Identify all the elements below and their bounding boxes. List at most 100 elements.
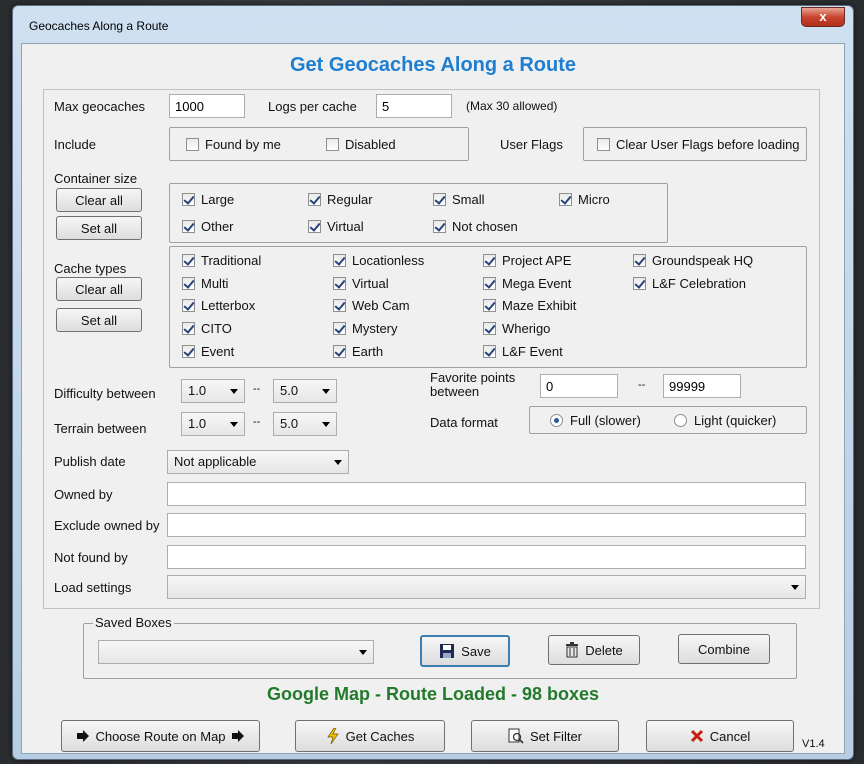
cache-type-label: Groundspeak HQ [652,253,754,268]
terrain-label: Terrain between [54,421,147,436]
document-search-icon [508,728,524,744]
container-large-label: Large [201,192,235,207]
cache-type-checkbox[interactable]: L&F Celebration [633,276,746,291]
close-button[interactable]: x [801,7,845,27]
data-format-group: Full (slower) Light (quicker) [529,406,807,434]
delete-button[interactable]: Delete [548,635,640,665]
container-regular-label: Regular [327,192,373,207]
difficulty-from-select[interactable]: 1.0 [181,379,245,403]
cache-type-checkbox[interactable]: Multi [182,276,228,291]
container-clear-all-button[interactable]: Clear all [56,188,142,212]
container-small-label: Small [452,192,485,207]
cache-type-checkbox[interactable]: Wherigo [483,321,550,336]
lightning-icon [327,728,339,744]
cache-type-checkbox[interactable]: L&F Event [483,344,563,359]
set-filter-button[interactable]: Set Filter [471,720,619,752]
cancel-label: Cancel [709,728,751,744]
checkbox-box [182,345,195,358]
user-flags-group: Clear User Flags before loading [583,127,807,161]
dialog-client: Get Geocaches Along a Route Max geocache… [21,43,845,754]
checkbox-box [433,193,446,206]
cache-type-checkbox[interactable]: Maze Exhibit [483,298,576,313]
owned-by-input[interactable] [167,482,806,506]
load-settings-select[interactable] [167,575,806,599]
full-format-radio[interactable]: Full (slower) [550,413,641,428]
cache-type-checkbox[interactable]: Project APE [483,253,571,268]
dropdown-arrow-icon [322,422,330,427]
data-format-label: Data format [430,415,498,430]
cache-type-checkbox[interactable]: Locationless [333,253,424,268]
include-label: Include [54,137,96,152]
dropdown-arrow-icon [334,460,342,465]
cache-type-checkbox[interactable]: Letterbox [182,298,255,313]
cache-type-checkbox[interactable]: CITO [182,321,232,336]
container-large-checkbox[interactable]: Large [182,192,234,207]
difficulty-to-select[interactable]: 5.0 [273,379,337,403]
filter-panel: Max geocaches Logs per cache (Max 30 all… [43,89,820,609]
favorite-to-input[interactable] [663,374,741,398]
cancel-button[interactable]: Cancel [646,720,794,752]
cache-type-checkbox[interactable]: Earth [333,344,383,359]
title-bar: Geocaches Along a Route x [13,6,853,36]
light-format-radio[interactable]: Light (quicker) [674,413,776,428]
cache-types-clear-all-button[interactable]: Clear all [56,277,142,301]
max-geocaches-label: Max geocaches [54,99,146,114]
dialog-window: Geocaches Along a Route x Get Geocaches … [12,5,854,760]
light-format-label: Light (quicker) [694,413,777,428]
not-found-by-input[interactable] [167,545,806,569]
checkbox-box [182,254,195,267]
container-set-all-button[interactable]: Set all [56,216,142,240]
container-regular-checkbox[interactable]: Regular [308,192,373,207]
checkbox-box [182,220,195,233]
cache-type-label: CITO [201,321,232,336]
cache-type-checkbox[interactable]: Web Cam [333,298,410,313]
cache-type-label: Project APE [502,253,572,268]
cache-type-label: Web Cam [352,298,410,313]
terrain-to-select[interactable]: 5.0 [273,412,337,436]
found-by-me-checkbox[interactable]: Found by me [186,137,281,152]
cache-type-checkbox[interactable]: Groundspeak HQ [633,253,753,268]
checkbox-box [433,220,446,233]
checkbox-box [333,299,346,312]
cache-type-checkbox[interactable]: Traditional [182,253,261,268]
container-virtual-checkbox[interactable]: Virtual [308,219,364,234]
checkbox-box [333,277,346,290]
container-not-chosen-checkbox[interactable]: Not chosen [433,219,518,234]
container-other-checkbox[interactable]: Other [182,219,234,234]
favorite-from-input[interactable] [540,374,618,398]
checkbox-box [633,254,646,267]
cache-type-checkbox[interactable]: Event [182,344,234,359]
cache-type-label: L&F Event [502,344,563,359]
logs-per-cache-input[interactable] [376,94,452,118]
checkbox-box [308,193,321,206]
checkbox-box [633,277,646,290]
favorite-points-label: Favorite points between [430,370,516,399]
saved-boxes-select[interactable] [98,640,374,664]
cache-types-set-all-button[interactable]: Set all [56,308,142,332]
disabled-checkbox[interactable]: Disabled [326,137,396,152]
terrain-from-value: 1.0 [188,416,207,431]
container-small-checkbox[interactable]: Small [433,192,485,207]
combine-button[interactable]: Combine [678,634,770,664]
max-geocaches-input[interactable] [169,94,245,118]
get-caches-button[interactable]: Get Caches [295,720,445,752]
publish-date-select[interactable]: Not applicable [167,450,349,474]
checkbox-box [483,322,496,335]
choose-route-button[interactable]: Choose Route on Map [61,720,260,752]
exclude-owned-by-input[interactable] [167,513,806,537]
window-title: Geocaches Along a Route [29,19,169,33]
cache-type-checkbox[interactable]: Mega Event [483,276,571,291]
dropdown-arrow-icon [230,389,238,394]
publish-date-value: Not applicable [174,454,257,469]
checkbox-box [483,345,496,358]
cache-type-checkbox[interactable]: Virtual [333,276,389,291]
terrain-dash: -- [253,416,261,428]
clear-user-flags-checkbox[interactable]: Clear User Flags before loading [597,137,800,152]
container-group: Large Regular Small Micro Other Virtual … [169,183,668,243]
terrain-from-select[interactable]: 1.0 [181,412,245,436]
container-other-label: Other [201,219,234,234]
container-micro-checkbox[interactable]: Micro [559,192,610,207]
save-button[interactable]: Save [420,635,510,667]
checkbox-box [182,193,195,206]
cache-type-checkbox[interactable]: Mystery [333,321,398,336]
